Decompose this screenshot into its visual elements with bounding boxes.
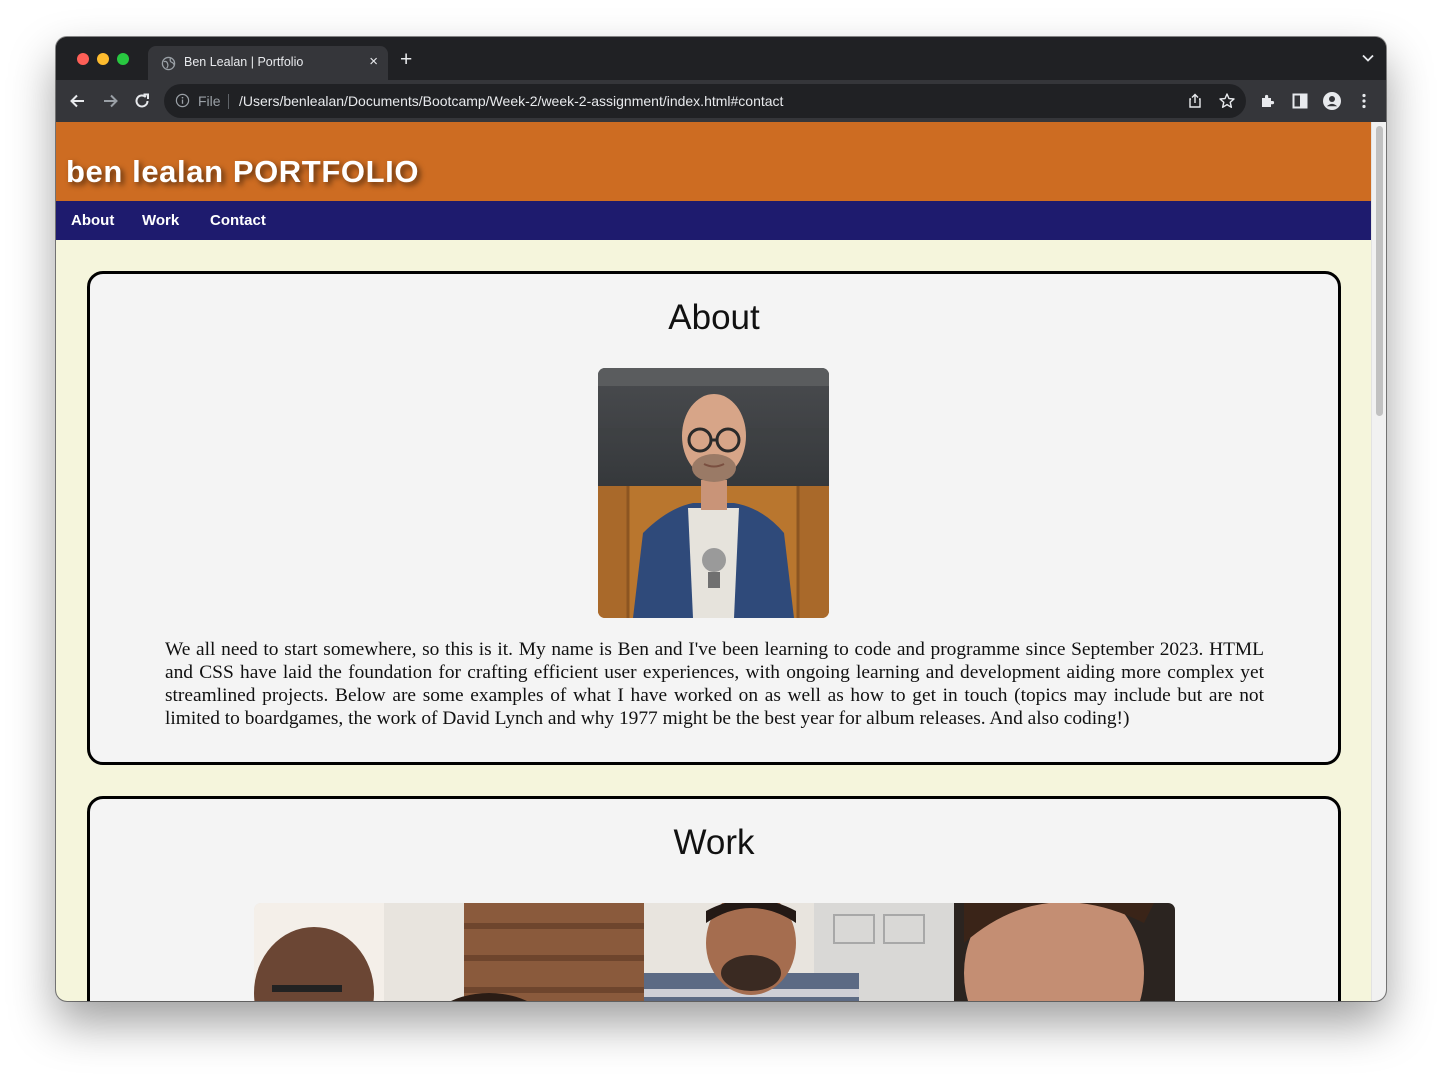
minimize-window-button[interactable]	[97, 53, 109, 65]
back-arrow-icon[interactable]	[68, 91, 88, 111]
page-scrollbar[interactable]	[1371, 122, 1386, 1001]
nav-link-work[interactable]: Work	[142, 212, 179, 229]
info-icon[interactable]	[175, 93, 190, 108]
profile-icon[interactable]	[1322, 91, 1342, 111]
tab-search-chevron-icon[interactable]	[1362, 54, 1374, 62]
forward-arrow-icon[interactable]	[100, 91, 120, 111]
about-section: About We all need to start somewhere, so…	[87, 271, 1341, 765]
new-tab-button[interactable]: +	[400, 49, 412, 70]
tab-close-icon[interactable]: ×	[369, 53, 378, 71]
reload-icon[interactable]	[132, 91, 152, 111]
about-text: We all need to start somewhere, so this …	[165, 639, 1264, 729]
bookmark-star-icon[interactable]	[1218, 92, 1236, 110]
more-menu-icon[interactable]	[1354, 91, 1374, 111]
address-separator	[228, 94, 229, 109]
scrollbar-thumb[interactable]	[1376, 126, 1383, 416]
maximize-window-button[interactable]	[117, 53, 129, 65]
side-panel-icon[interactable]	[1290, 91, 1310, 111]
work-section: Work	[87, 796, 1341, 1001]
close-window-button[interactable]	[77, 53, 89, 65]
page-viewport: ben lealan PORTFOLIO About Work Contact …	[56, 122, 1371, 1001]
url-text[interactable]: /Users/benlealan/Documents/Bootcamp/Week…	[239, 93, 783, 109]
portrait-photo	[598, 368, 829, 618]
share-icon[interactable]	[1186, 92, 1204, 110]
nav-link-contact[interactable]: Contact	[210, 212, 266, 229]
active-tab[interactable]: Ben Lealan | Portfolio ×	[148, 46, 388, 80]
extensions-puzzle-icon[interactable]	[1258, 91, 1278, 111]
team-collaboration-photo	[254, 903, 1175, 1001]
nav-link-about[interactable]: About	[71, 212, 114, 229]
site-title: ben lealan PORTFOLIO	[66, 154, 420, 189]
site-header: ben lealan PORTFOLIO	[56, 122, 1371, 201]
globe-icon	[161, 56, 176, 71]
site-nav: About Work Contact	[56, 201, 1371, 240]
work-heading: Work	[673, 823, 755, 862]
scheme-label: File	[198, 93, 221, 109]
browser-toolbar: File /Users/benlealan/Documents/Bootcamp…	[56, 80, 1386, 122]
tab-strip: Ben Lealan | Portfolio × +	[56, 37, 1386, 80]
about-heading: About	[668, 298, 760, 337]
browser-window: Ben Lealan | Portfolio × + File /Users/b…	[56, 37, 1386, 1001]
address-bar[interactable]: File /Users/benlealan/Documents/Bootcamp…	[164, 84, 1246, 118]
tab-title: Ben Lealan | Portfolio	[184, 55, 304, 69]
